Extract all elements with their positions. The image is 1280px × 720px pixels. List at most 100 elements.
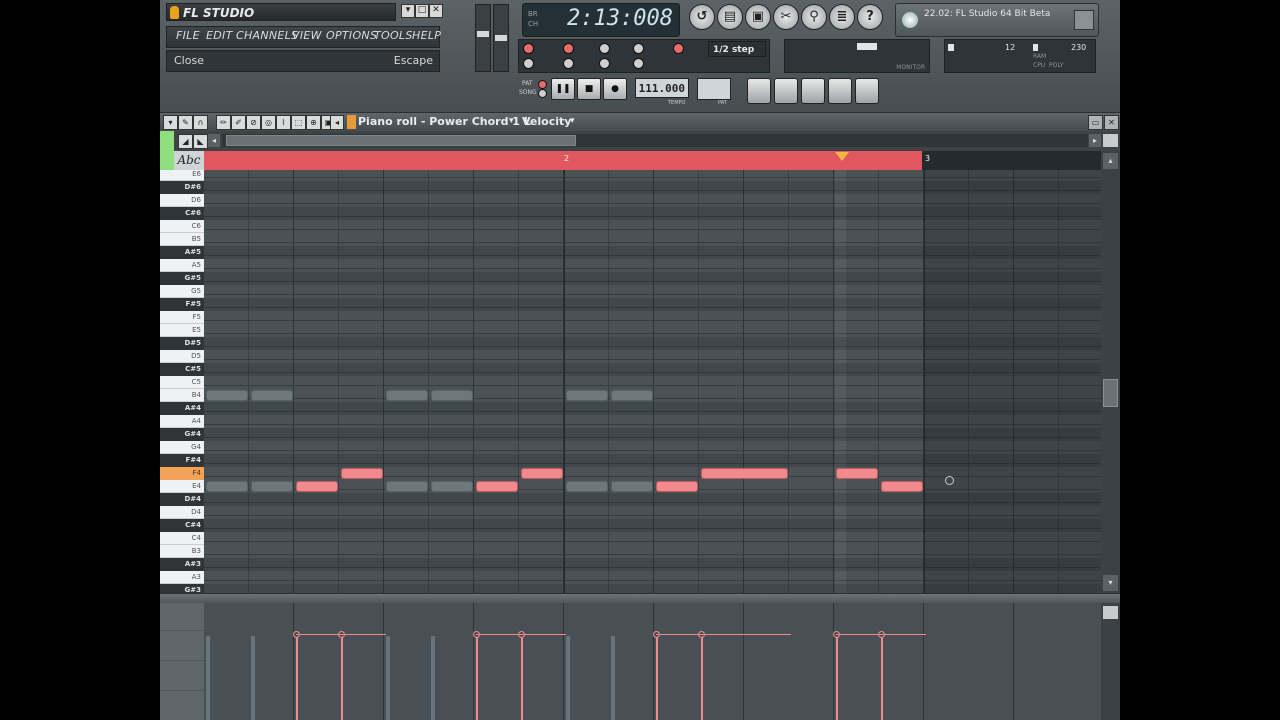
velocity-bar[interactable] (521, 634, 523, 720)
loop-record-icon[interactable] (633, 43, 644, 54)
blend-icon[interactable] (563, 58, 574, 69)
pattern-number-display[interactable] (697, 78, 731, 100)
pause-button[interactable]: ❚❚ (551, 78, 575, 100)
piano-keyboard[interactable]: E6 D#6 D6 C#6 C6 B5 A#5 A5 G#5 G5 F#5 F5 E5 D#5 D5 C#5 C… (160, 170, 204, 593)
zoom-in-icon[interactable]: ◣ (193, 134, 208, 149)
overdub-icon[interactable] (633, 58, 644, 69)
piano-key-asharp3[interactable]: A#3 (160, 558, 204, 571)
playhead-marker-icon[interactable] (835, 152, 849, 161)
scroll-down-icon[interactable]: ▾ (1103, 575, 1118, 591)
piano-roll-title[interactable]: Piano roll - Power Chord 1 L (358, 115, 531, 128)
wait-icon[interactable] (599, 43, 610, 54)
typing-keyboard-icon[interactable] (599, 58, 610, 69)
velocity-grid[interactable] (204, 603, 1101, 720)
vertical-scrollbar[interactable]: ▴ ▾ (1101, 151, 1120, 593)
download-icon[interactable] (1074, 10, 1094, 30)
news-panel[interactable]: 22.02: FL Studio 64 Bit Beta (895, 3, 1099, 37)
piano-key-d5[interactable]: D5 (160, 350, 204, 363)
piano-key-csharp5[interactable]: C#5 (160, 363, 204, 376)
browser-icon[interactable]: ⚲ (801, 4, 827, 30)
save-icon[interactable]: ▤ (717, 4, 743, 30)
record-button[interactable]: ● (603, 78, 627, 100)
piano-key-dsharp4[interactable]: D#4 (160, 493, 204, 506)
event-dropdown-icon[interactable]: ▾ (570, 116, 575, 126)
piano-key-dsharp5[interactable]: D#5 (160, 337, 204, 350)
playlist-icon[interactable] (747, 78, 771, 104)
note[interactable] (881, 481, 923, 492)
help-icon[interactable]: ? (857, 4, 883, 30)
menu-help[interactable]: HELP (412, 29, 441, 42)
browser-view-icon[interactable] (828, 78, 852, 104)
piano-key-fsharp5[interactable]: F#5 (160, 298, 204, 311)
notes-icon[interactable]: ≣ (829, 4, 855, 30)
note[interactable] (296, 481, 338, 492)
slice-tool-icon[interactable]: ⌇ (276, 115, 291, 130)
mixer-icon[interactable] (855, 78, 879, 104)
piano-key-g5[interactable]: G5 (160, 285, 204, 298)
piano-key-b4[interactable]: B4 (160, 389, 204, 402)
menu-edit[interactable]: EDIT (206, 29, 233, 42)
piano-key-f5[interactable]: F5 (160, 311, 204, 324)
maximize-button[interactable]: □ (415, 4, 429, 18)
render-icon[interactable]: ▣ (745, 4, 771, 30)
zoom-out-icon[interactable]: ◢ (178, 134, 193, 149)
piano-key-dsharp6[interactable]: D#6 (160, 181, 204, 194)
minimize-button[interactable]: ▾ (401, 4, 415, 18)
close-piano-roll-icon[interactable]: ✕ (1104, 115, 1119, 130)
velocity-bar[interactable] (881, 634, 883, 720)
close-window-button[interactable]: ✕ (429, 4, 443, 18)
undo-icon[interactable]: ↺ (689, 4, 715, 30)
pitch-handle[interactable] (495, 35, 507, 41)
velocity-bar[interactable] (296, 634, 298, 720)
song-position-display[interactable]: BR CH 2:13:008 (522, 3, 680, 37)
piano-key-d4[interactable]: D4 (160, 506, 204, 519)
piano-key-e6[interactable]: E6 (160, 170, 204, 181)
cut-icon[interactable]: ✂ (773, 4, 799, 30)
paint-tool-icon[interactable]: ✐ (231, 115, 246, 130)
select-tool-icon[interactable]: ⬚ (291, 115, 306, 130)
song-mode-led[interactable] (538, 89, 547, 98)
note[interactable] (341, 468, 383, 479)
horizontal-scrollbar-track[interactable] (222, 134, 1088, 147)
volume-handle[interactable] (477, 31, 489, 37)
menu-view[interactable]: VIEW (292, 29, 322, 42)
velocity-bar[interactable] (836, 634, 838, 720)
piano-key-a5[interactable]: A5 (160, 259, 204, 272)
piano-key-gsharp4[interactable]: G#4 (160, 428, 204, 441)
note[interactable] (701, 468, 788, 479)
piano-key-f4[interactable]: F4 (160, 467, 204, 480)
piano-key-gsharp5[interactable]: G#5 (160, 272, 204, 285)
output-monitor[interactable]: MONITOR (784, 39, 930, 73)
piano-key-asharp5[interactable]: A#5 (160, 246, 204, 259)
piano-key-a3[interactable]: A3 (160, 571, 204, 584)
tempo-display[interactable]: 111.000 (635, 78, 689, 98)
step-edit-icon[interactable] (673, 43, 684, 54)
note[interactable] (521, 468, 563, 479)
loop-range[interactable] (204, 151, 922, 170)
scroll-up-icon[interactable]: ▴ (1103, 153, 1118, 169)
piano-key-g4[interactable]: G4 (160, 441, 204, 454)
record-icon[interactable] (523, 43, 534, 54)
draw-tool-icon[interactable]: ✏ (216, 115, 231, 130)
mute-tool-icon[interactable]: ◎ (261, 115, 276, 130)
delete-tool-icon[interactable]: ⊘ (246, 115, 261, 130)
detach-icon[interactable]: ▭ (1088, 115, 1103, 130)
piano-key-b3[interactable]: B3 (160, 545, 204, 558)
velocity-bar[interactable] (701, 634, 703, 720)
zoom-tool-icon[interactable]: ⊕ (306, 115, 321, 130)
menu-tools[interactable]: TOOLS (374, 29, 413, 42)
piano-roll-menu-icon[interactable]: ▾ (163, 115, 178, 130)
timeline-ruler[interactable]: 2 3 (204, 151, 1101, 170)
piano-key-fsharp4[interactable]: F#4 (160, 454, 204, 467)
velocity-bar[interactable] (656, 634, 658, 720)
tools-icon[interactable]: ✎ (178, 115, 193, 130)
menu-file[interactable]: FILE (176, 29, 200, 42)
piano-key-c6[interactable]: C6 (160, 220, 204, 233)
piano-roll-icon[interactable] (801, 78, 825, 104)
velocity-collapse-icon[interactable] (1103, 606, 1118, 619)
title-dropdown-icon[interactable]: ▾ (509, 116, 514, 126)
piano-key-b5[interactable]: B5 (160, 233, 204, 246)
piano-key-c5[interactable]: C5 (160, 376, 204, 389)
piano-key-asharp4[interactable]: A#4 (160, 402, 204, 415)
countdown-icon[interactable] (563, 43, 574, 54)
